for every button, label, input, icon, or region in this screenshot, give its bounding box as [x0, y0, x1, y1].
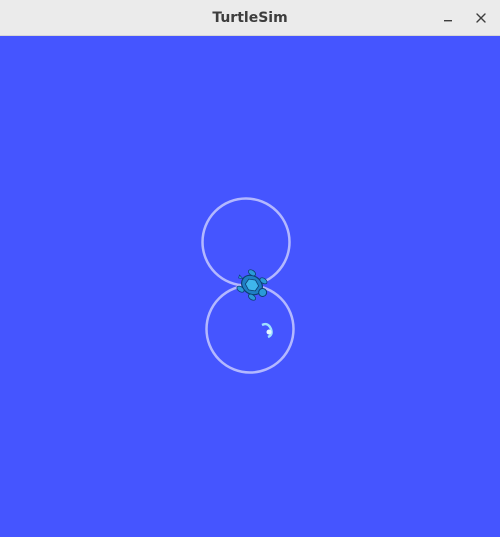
window-title: TurtleSim: [212, 10, 288, 26]
minimize-button[interactable]: [436, 6, 460, 30]
canvas-drawing: [0, 36, 500, 537]
minimize-icon: [444, 20, 452, 22]
turtlesim-window: TurtleSim: [0, 0, 500, 537]
close-icon: [476, 13, 486, 23]
close-button[interactable]: [469, 6, 493, 30]
title-bar[interactable]: TurtleSim: [0, 0, 500, 36]
turtle-canvas[interactable]: [0, 36, 500, 537]
